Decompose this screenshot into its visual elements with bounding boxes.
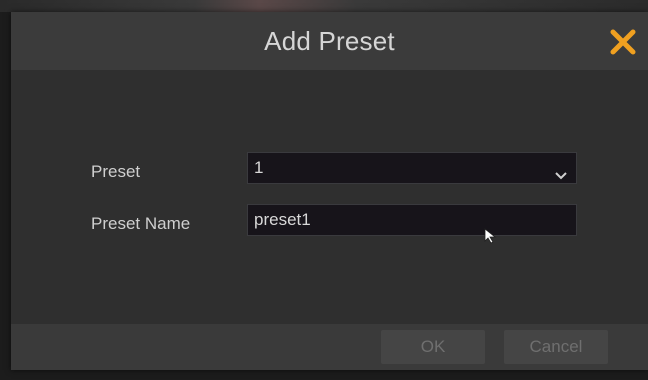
preset-select[interactable]: 1	[247, 152, 577, 184]
preset-name-value: preset1	[254, 210, 311, 229]
dialog-titlebar: Add Preset	[11, 12, 648, 70]
dialog-footer: OK Cancel	[11, 324, 648, 370]
preset-label: Preset	[91, 162, 141, 181]
dialog-body: Preset 1 Preset Name preset1	[11, 70, 648, 324]
add-preset-dialog: Add Preset Preset 1 Preset Name preset1 …	[11, 12, 648, 370]
close-icon[interactable]	[607, 26, 639, 58]
chevron-down-icon	[554, 162, 568, 180]
preset-name-input[interactable]: preset1	[247, 204, 577, 236]
cancel-button[interactable]: Cancel	[504, 330, 608, 364]
ok-button[interactable]: OK	[381, 330, 485, 364]
background-strip	[0, 0, 648, 12]
preset-select-value: 1	[254, 158, 264, 177]
preset-name-label: Preset Name	[91, 214, 191, 233]
dialog-title: Add Preset	[264, 26, 395, 56]
mouse-pointer-icon	[484, 228, 498, 244]
